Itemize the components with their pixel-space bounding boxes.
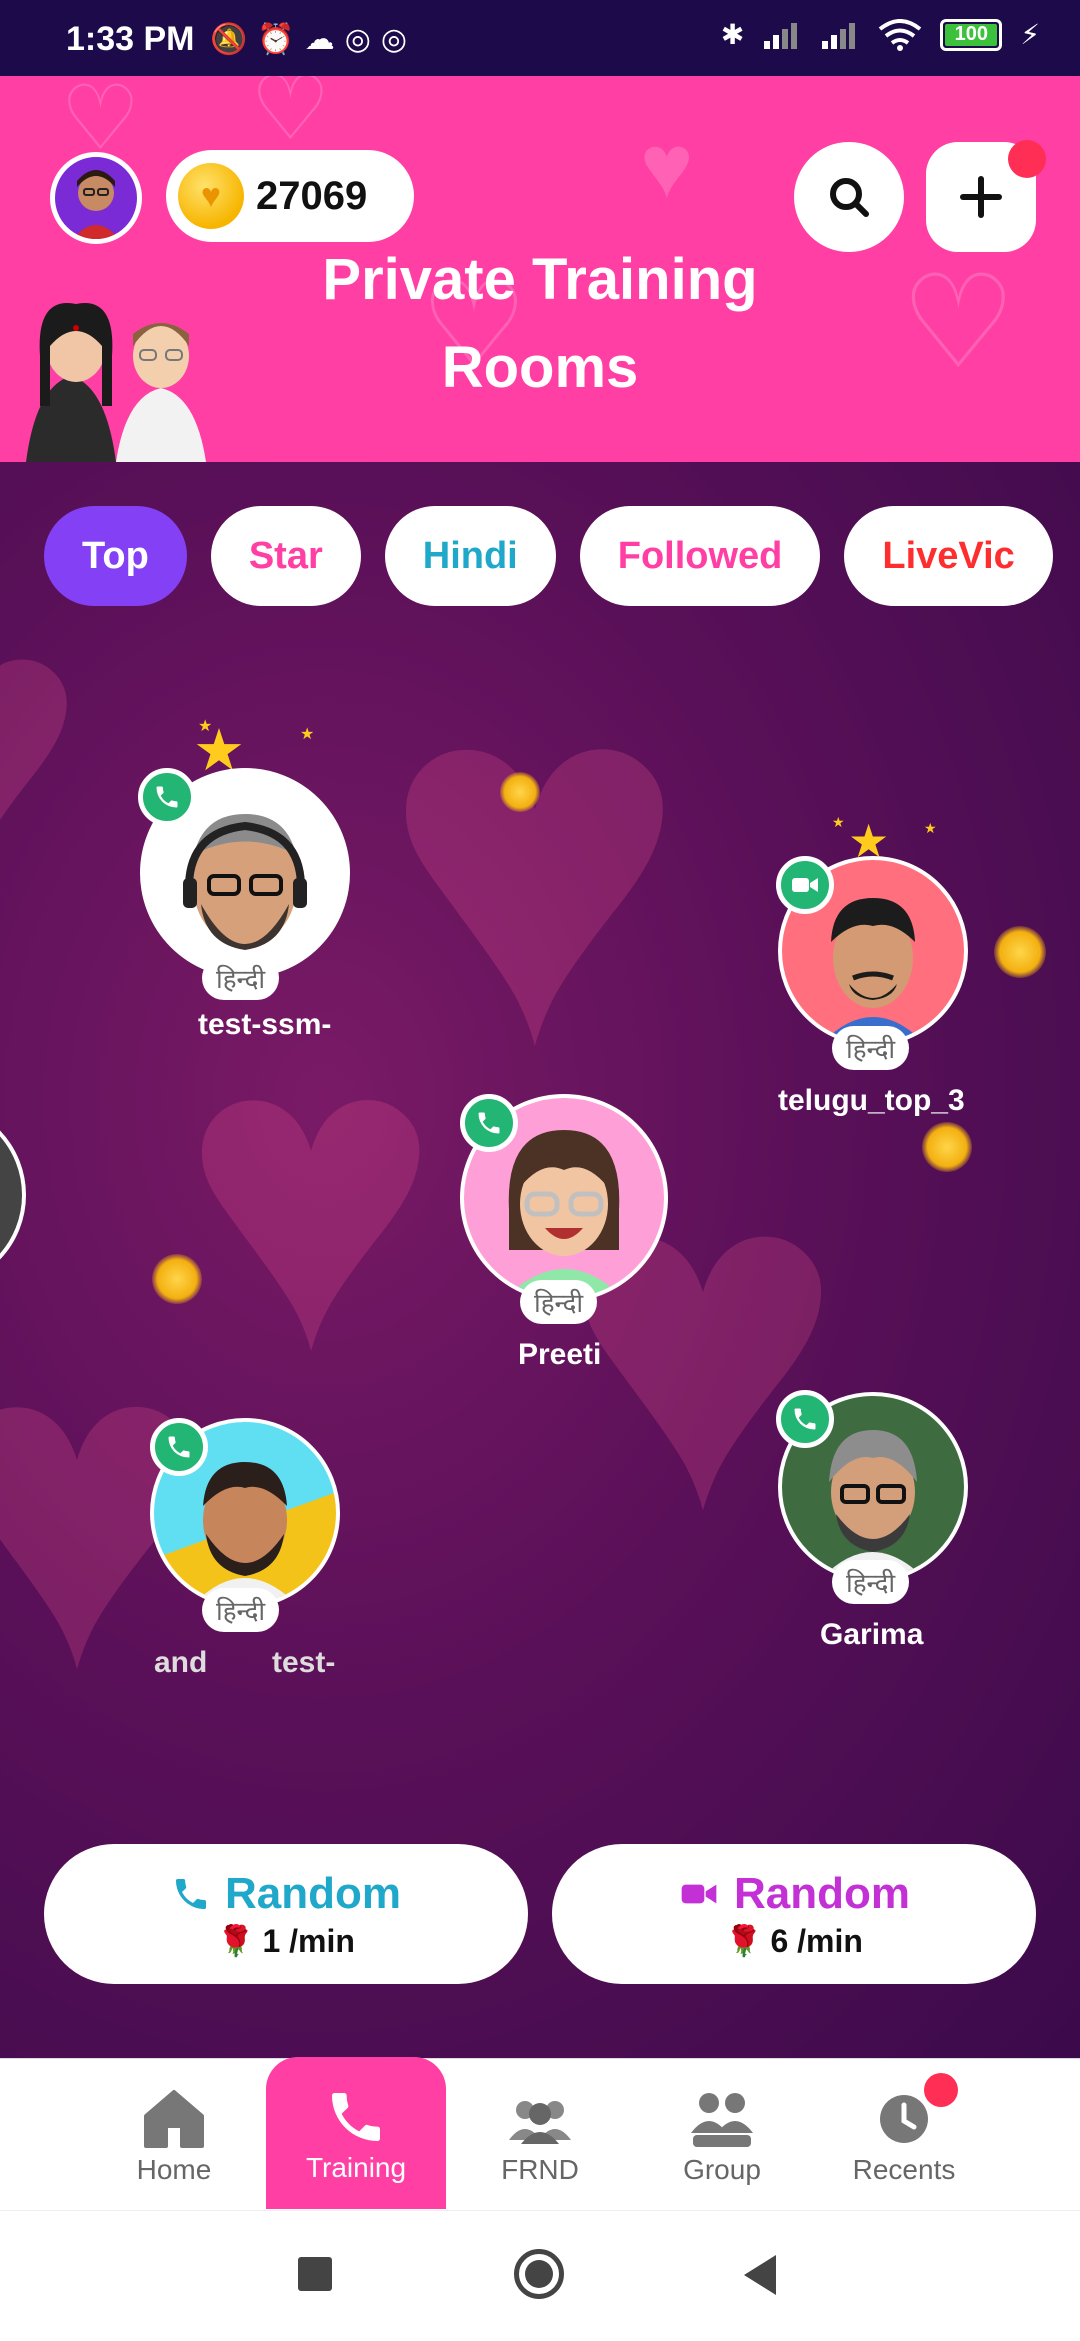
user-card[interactable]: ★ ★ ★ हिन्दी test-ssm- bbox=[138, 718, 358, 1041]
user-name: Preeti bbox=[518, 1338, 602, 1371]
voice-call-badge bbox=[460, 1094, 518, 1152]
phone-icon bbox=[156, 786, 178, 808]
back-triangle-button[interactable] bbox=[744, 2255, 776, 2295]
title-line-1: Private Training bbox=[322, 247, 758, 312]
rose-icon: 🌹 bbox=[725, 1924, 763, 1958]
notification-icons: 🔕⏰☁◎◎ bbox=[210, 23, 418, 56]
status-bar: 1:33 PM 🔕⏰☁◎◎ ✱ 100 ⚡ bbox=[0, 0, 1080, 76]
page-title: Private Training Rooms bbox=[260, 236, 820, 412]
video-camera-icon bbox=[681, 1884, 717, 1903]
voice-call-badge bbox=[776, 1390, 834, 1448]
tab-top[interactable]: Top bbox=[44, 506, 187, 606]
tab-hindi[interactable]: Hindi bbox=[384, 506, 556, 606]
video-camera-icon bbox=[792, 878, 818, 892]
sparkle-icon: ★ bbox=[198, 718, 213, 735]
language-badge: हिन्दी bbox=[520, 1280, 598, 1324]
user-name: test-ssm- bbox=[198, 1008, 332, 1041]
phone-icon bbox=[794, 1408, 816, 1430]
user-card[interactable]: हिन्दी Garima bbox=[776, 1390, 986, 1710]
voice-call-badge bbox=[138, 768, 196, 826]
nav-training[interactable]: Training bbox=[266, 2057, 446, 2209]
friends-icon bbox=[507, 2084, 573, 2154]
coin-balance[interactable]: ♥ 27069 bbox=[166, 150, 414, 242]
battery-indicator: 100 bbox=[940, 18, 1003, 51]
random-voice-rate: 1 /min bbox=[262, 1922, 355, 1959]
charging-icon: ⚡ bbox=[1020, 19, 1040, 50]
wifi-icon bbox=[879, 18, 922, 51]
user-name-secondary: test- bbox=[272, 1646, 336, 1679]
filter-tabs: Top Star Hindi Followed LiveVic bbox=[44, 506, 1053, 606]
sparkle-icon: ★ bbox=[300, 726, 315, 743]
random-video-label: Random bbox=[734, 1868, 910, 1918]
home-icon bbox=[142, 2084, 206, 2154]
glow-dot bbox=[152, 1254, 202, 1304]
system-status-icons: ✱ 100 ⚡ bbox=[721, 18, 1040, 51]
rooms-area: ♥ ♥ ♥ ♥ ♥ Top Star Hindi Followed LiveVi… bbox=[0, 462, 1080, 2058]
nav-recents[interactable]: Recents bbox=[814, 2059, 994, 2211]
language-badge: हिन्दी bbox=[832, 1026, 910, 1070]
user-name: telugu_top_3 bbox=[778, 1084, 965, 1117]
nav-frnd[interactable]: FRND bbox=[450, 2059, 630, 2211]
tab-star[interactable]: Star bbox=[210, 506, 361, 606]
couple-illustration bbox=[26, 303, 206, 462]
rose-icon: 🌹 bbox=[217, 1924, 255, 1958]
language-badge: हिन्दी bbox=[202, 1588, 280, 1632]
coin-count: 27069 bbox=[256, 173, 368, 218]
sparkle-icon: ★ bbox=[924, 820, 937, 836]
header-banner: ♡ ♡ ♥ ♡ ♡ ♥ 27069 Private Training Rooms bbox=[0, 76, 1080, 462]
notification-dot bbox=[1008, 140, 1046, 178]
phone-icon bbox=[168, 1436, 190, 1458]
plus-icon bbox=[960, 176, 1002, 218]
recents-square-button[interactable] bbox=[298, 2257, 332, 2291]
voice-call-badge bbox=[150, 1418, 208, 1476]
coin-heart-icon: ♥ bbox=[178, 163, 244, 229]
user-card[interactable]: हिन्दी Preeti bbox=[460, 1094, 670, 1414]
home-circle-button[interactable] bbox=[514, 2249, 564, 2299]
notification-dot bbox=[924, 2073, 958, 2107]
search-icon bbox=[830, 178, 869, 217]
user-name: Garima bbox=[820, 1618, 924, 1651]
heart-decoration: ♡ bbox=[900, 249, 1017, 395]
random-video-rate: 6 /min bbox=[770, 1922, 863, 1959]
signal-icon-2 bbox=[822, 22, 856, 49]
status-time: 1:33 PM bbox=[66, 20, 195, 58]
nav-group[interactable]: Group bbox=[632, 2059, 812, 2211]
sparkle-icon: ★ bbox=[832, 814, 845, 830]
tab-livevideo[interactable]: LiveVic bbox=[844, 506, 1053, 606]
title-line-2: Rooms bbox=[441, 335, 639, 400]
random-voice-label: Random bbox=[225, 1868, 401, 1918]
phone-icon bbox=[176, 1878, 206, 1909]
user-card[interactable]: हिन्दी and test- bbox=[150, 1418, 370, 1738]
group-icon bbox=[689, 2084, 755, 2154]
heart-decoration: ♡ bbox=[250, 76, 331, 159]
glow-dot bbox=[922, 1122, 972, 1172]
random-voice-button[interactable]: Random 🌹 1 /min bbox=[44, 1844, 528, 1984]
glow-dot bbox=[500, 772, 540, 812]
nav-home[interactable]: Home bbox=[84, 2059, 264, 2211]
video-call-badge bbox=[776, 856, 834, 914]
glow-dot bbox=[994, 926, 1046, 978]
signal-icon bbox=[764, 22, 798, 49]
random-video-button[interactable]: Random 🌹 6 /min bbox=[552, 1844, 1036, 1984]
tab-followed[interactable]: Followed bbox=[579, 506, 821, 606]
heart-decoration: ♥ bbox=[640, 117, 694, 217]
battery-level: 100 bbox=[954, 23, 989, 45]
phone-icon bbox=[478, 1112, 500, 1134]
phone-icon bbox=[324, 2082, 388, 2152]
system-navigation-bar bbox=[0, 2210, 1080, 2341]
user-card[interactable]: ★ ★ ★ हिन्दी telugu_top_3 bbox=[776, 814, 976, 1126]
my-avatar[interactable] bbox=[50, 152, 142, 244]
language-badge: हिन्दी bbox=[202, 956, 280, 1000]
language-badge: हिन्दी bbox=[832, 1560, 910, 1604]
bluetooth-icon: ✱ bbox=[720, 19, 745, 50]
user-name: and bbox=[154, 1646, 208, 1679]
clock-icon bbox=[876, 2084, 932, 2154]
bottom-navigation: Home Training FRND Group Recents bbox=[0, 2057, 1080, 2211]
